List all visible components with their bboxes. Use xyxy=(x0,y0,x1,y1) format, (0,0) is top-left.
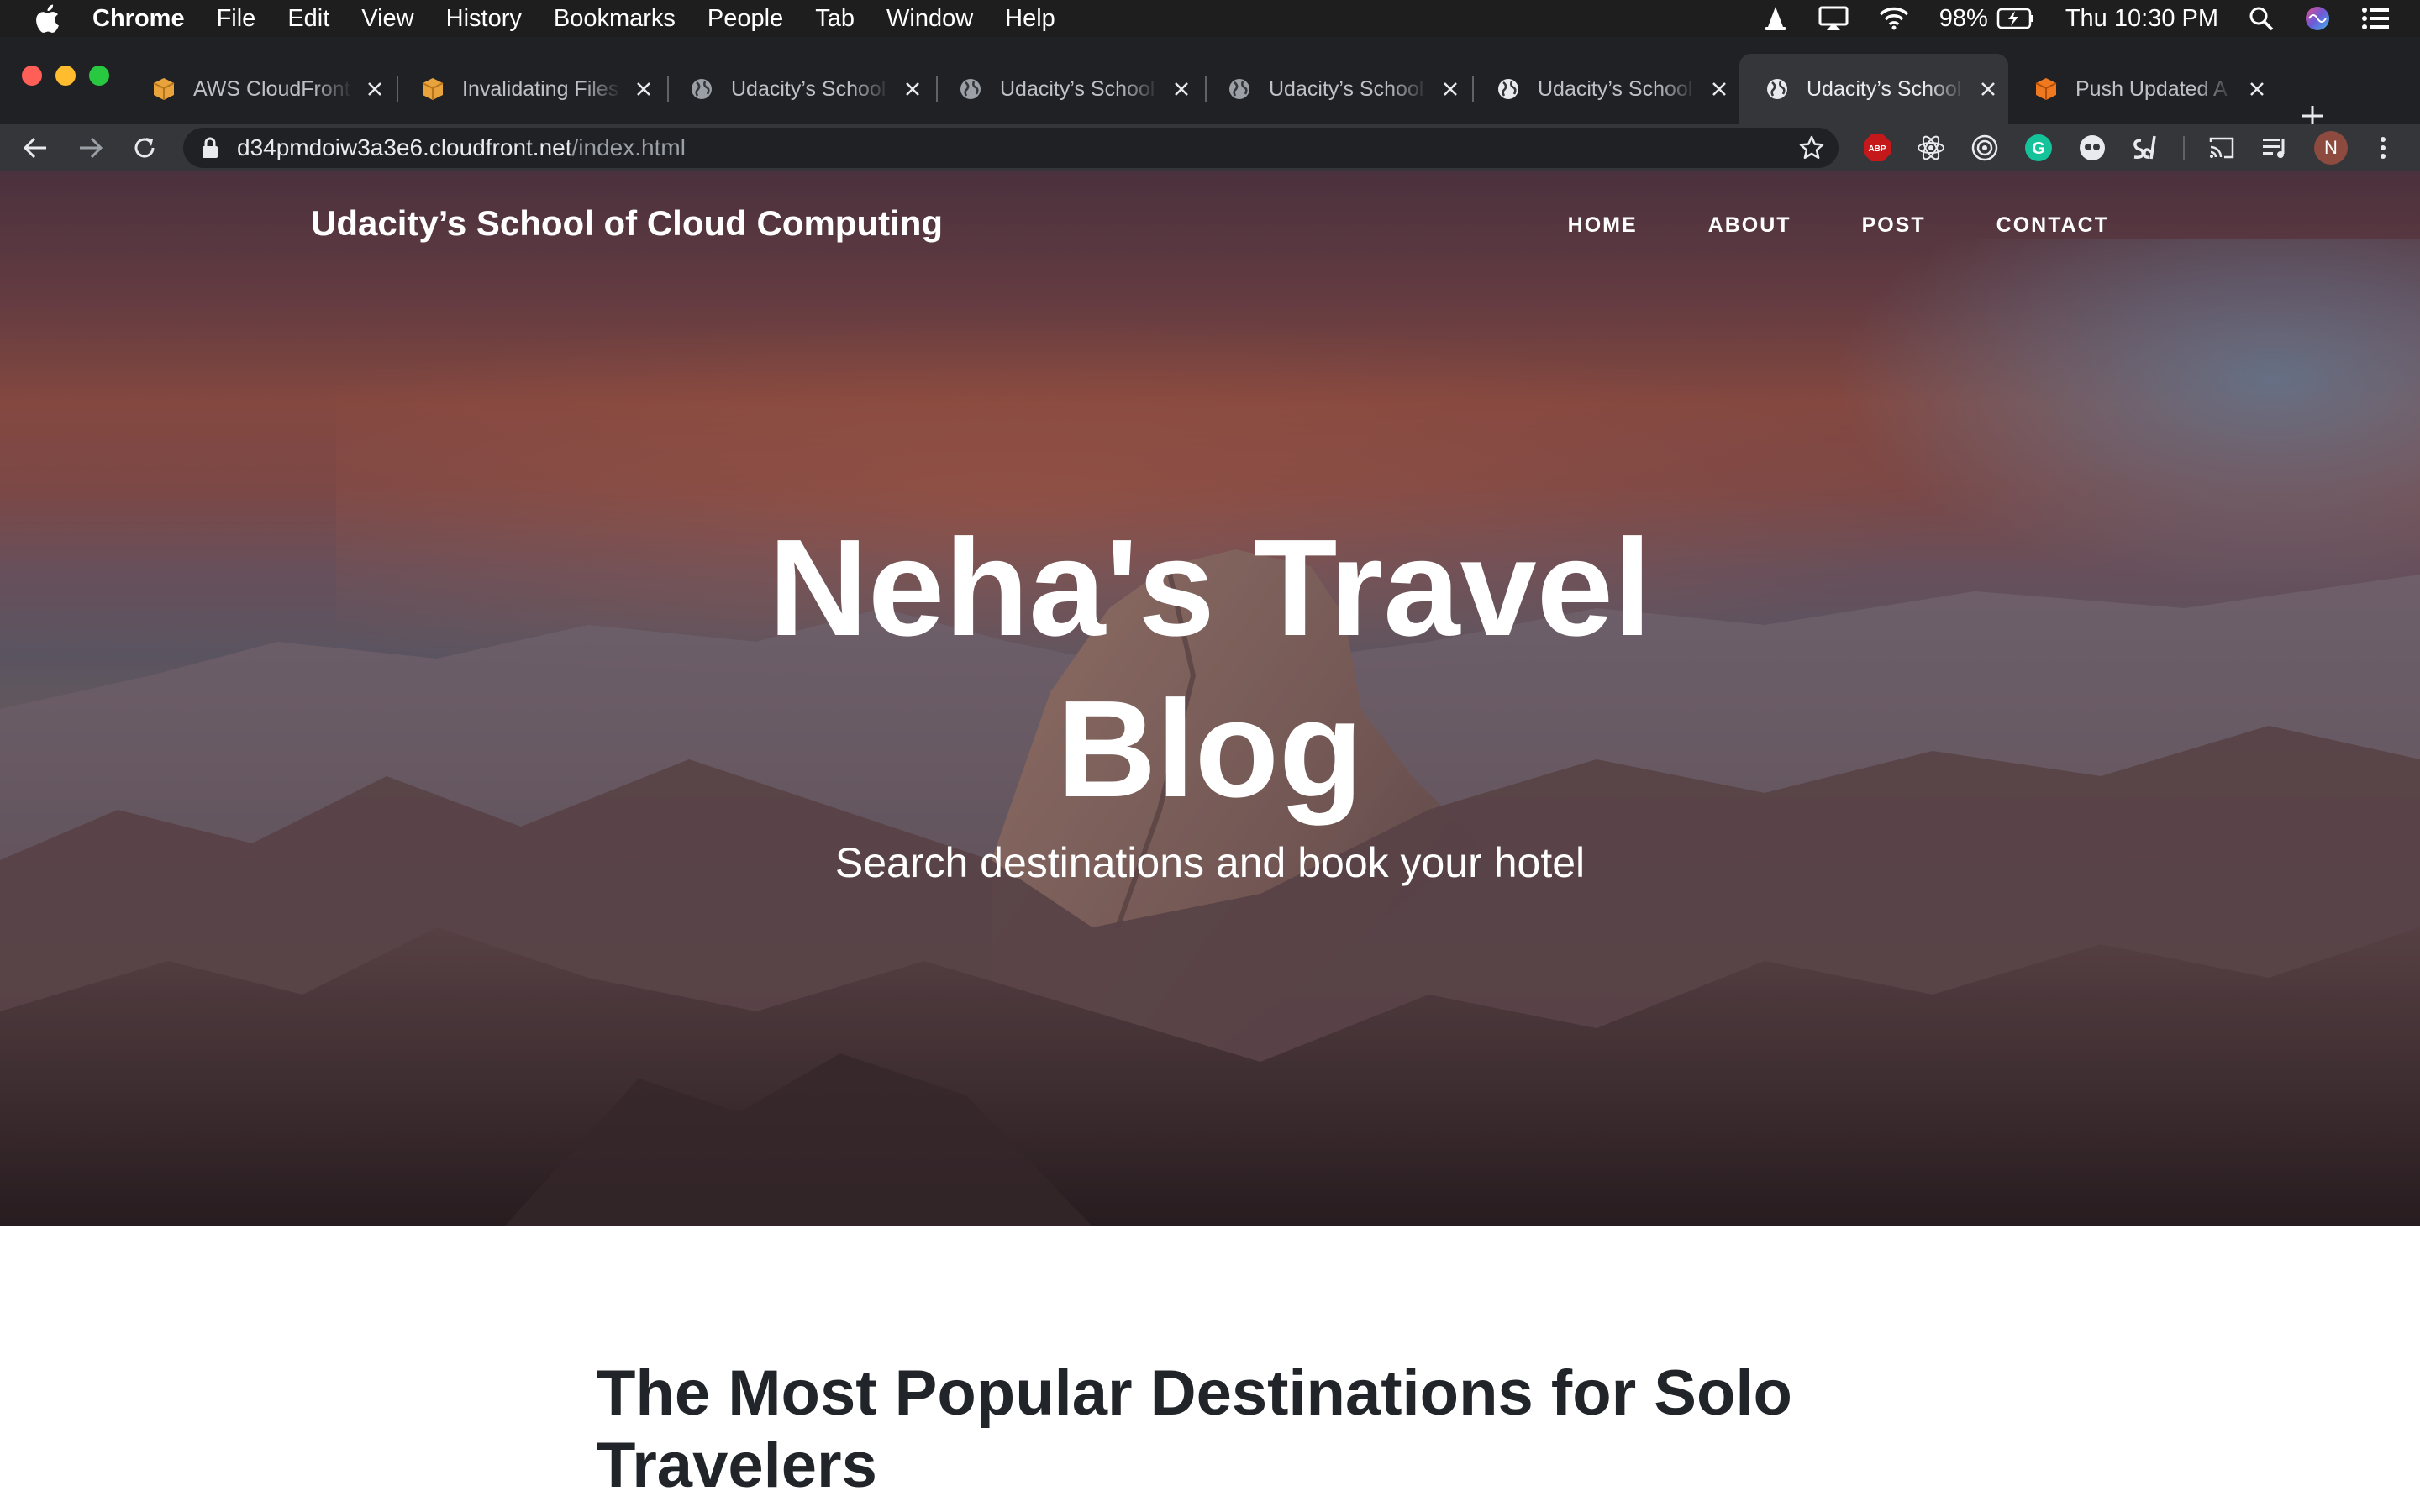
forward-button[interactable] xyxy=(74,131,108,165)
window-minimize-button[interactable] xyxy=(55,66,76,86)
hero-subtitle: Search destinations and book your hotel xyxy=(834,839,1586,886)
toolbar-separator xyxy=(2183,136,2185,160)
target-icon[interactable] xyxy=(1970,133,2000,163)
globe-icon xyxy=(958,76,983,102)
back-button[interactable] xyxy=(18,131,52,165)
post-title-link[interactable]: The Most Popular Destinations for Solo T… xyxy=(597,1357,1857,1502)
battery-charging-icon xyxy=(1996,8,2033,29)
url-host: d34pmdoiw3a3e6.cloudfront.net xyxy=(237,134,572,160)
tab-title: Udacity’s School xyxy=(1269,76,1424,101)
globe-icon xyxy=(1496,76,1521,102)
tab-udacity-school[interactable]: Udacity’s School xyxy=(1202,54,1469,124)
clock[interactable]: Thu 10:30 PM xyxy=(2065,5,2218,33)
spotlight-search-icon[interactable] xyxy=(2249,6,2274,31)
aws-box-icon xyxy=(420,76,445,102)
tab-title: Udacity’s School xyxy=(1538,76,1693,101)
sd-extension-icon[interactable] xyxy=(2129,133,2160,163)
nav-post-link[interactable]: POST xyxy=(1862,213,1926,238)
site-brand[interactable]: Udacity’s School of Cloud Computing xyxy=(311,203,943,244)
lock-icon[interactable] xyxy=(202,137,218,159)
media-queue-icon[interactable] xyxy=(2260,133,2291,163)
battery-percent: 98% xyxy=(1939,4,1988,32)
address-bar[interactable]: d34pmdoiw3a3e6.cloudfront.net/index.html xyxy=(183,128,1839,168)
window-close-button[interactable] xyxy=(22,66,42,86)
profile-avatar[interactable]: N xyxy=(2314,131,2348,165)
tab-invalidating-files[interactable]: Invalidating Files xyxy=(395,54,662,124)
adblock-label: ABP xyxy=(1868,144,1886,154)
tab-title: Invalidating Files xyxy=(462,76,619,101)
tab-close-icon[interactable] xyxy=(632,77,655,101)
tab-close-icon[interactable] xyxy=(1439,77,1462,101)
menu-edit[interactable]: Edit xyxy=(287,5,329,33)
tab-close-icon[interactable] xyxy=(901,77,924,101)
tab-push-updated[interactable]: Push Updated A xyxy=(2008,54,2277,124)
reload-button[interactable] xyxy=(128,131,161,165)
vlc-cone-icon[interactable] xyxy=(1763,5,1788,32)
nav-home-link[interactable]: HOME xyxy=(1568,213,1638,238)
tab-strip: AWS CloudFront Invalidating Files Udacit… xyxy=(0,37,2420,126)
tab-title: Udacity’s School xyxy=(731,76,886,101)
tab-title: AWS CloudFront xyxy=(193,76,350,101)
globe-icon xyxy=(1227,76,1252,102)
cast-icon[interactable] xyxy=(2207,133,2237,163)
nav-contact-link[interactable]: CONTACT xyxy=(1996,213,2109,238)
hero-title-line-1: Neha's Travel xyxy=(768,511,1652,664)
tab-close-icon[interactable] xyxy=(363,77,387,101)
menu-tab[interactable]: Tab xyxy=(815,5,855,33)
menu-bookmarks[interactable]: Bookmarks xyxy=(554,5,676,33)
grammarly-icon[interactable]: G xyxy=(2023,133,2054,163)
globe-icon xyxy=(1765,76,1790,102)
globe-icon xyxy=(689,76,714,102)
grammarly-label: G xyxy=(2032,139,2045,158)
bookmark-star-icon[interactable] xyxy=(1797,133,1827,163)
aws-box-icon xyxy=(151,76,176,102)
menu-view[interactable]: View xyxy=(361,5,413,33)
hero-title: Neha's Travel Blog xyxy=(0,507,2420,830)
site-nav: HOME ABOUT POST CONTACT xyxy=(1497,213,2109,238)
web-page: Udacity’s School of Cloud Computing HOME… xyxy=(0,171,2420,1512)
tab-close-icon[interactable] xyxy=(2245,77,2269,101)
tab-title: Udacity’s School xyxy=(1000,76,1155,101)
tab-udacity-school[interactable]: Udacity’s School xyxy=(1470,54,1738,124)
battery-status[interactable]: 98% xyxy=(1939,5,2035,33)
adblock-plus-icon[interactable]: ABP xyxy=(1862,133,1892,163)
window-zoom-button[interactable] xyxy=(89,66,109,86)
tab-close-icon[interactable] xyxy=(1707,77,1731,101)
menu-file[interactable]: File xyxy=(217,5,256,33)
react-devtools-icon[interactable] xyxy=(1916,133,1946,163)
menu-history[interactable]: History xyxy=(446,5,522,33)
tab-title: Udacity’s School xyxy=(1807,76,1962,101)
tab-udacity-school[interactable]: Udacity’s School xyxy=(933,54,1200,124)
siri-icon[interactable] xyxy=(2304,5,2331,32)
notification-center-icon[interactable] xyxy=(2361,7,2390,30)
profile-initial: N xyxy=(2324,137,2338,158)
tab-close-icon[interactable] xyxy=(1170,77,1193,101)
dark-reader-icon[interactable] xyxy=(2077,133,2107,163)
chrome-menu-icon[interactable] xyxy=(2368,133,2398,163)
tab-title: Push Updated A xyxy=(2075,76,2228,101)
nav-about-link[interactable]: ABOUT xyxy=(1708,213,1791,238)
apple-menu-icon[interactable] xyxy=(30,2,64,35)
tab-close-icon[interactable] xyxy=(1976,77,2000,101)
tab-aws-cloudfront[interactable]: AWS CloudFront xyxy=(126,54,393,124)
browser-toolbar: d34pmdoiw3a3e6.cloudfront.net/index.html… xyxy=(0,124,2420,171)
menu-window[interactable]: Window xyxy=(886,5,973,33)
hero-title-line-2: Blog xyxy=(1056,672,1364,826)
tab-udacity-school[interactable]: Udacity’s School xyxy=(664,54,931,124)
wifi-icon[interactable] xyxy=(1879,7,1909,30)
menu-help[interactable]: Help xyxy=(1005,5,1055,33)
menu-people[interactable]: People xyxy=(708,5,783,33)
status-area: 98% Thu 10:30 PM xyxy=(1763,0,2420,37)
tab-udacity-school-active[interactable]: Udacity’s School xyxy=(1739,54,2008,124)
url-path: /index.html xyxy=(571,134,686,160)
macos-menu-bar: Chrome File Edit View History Bookmarks … xyxy=(0,0,2420,37)
package-icon xyxy=(2033,76,2059,102)
menu-app-chrome[interactable]: Chrome xyxy=(92,5,185,33)
airplay-icon[interactable] xyxy=(1818,6,1849,31)
hero-header: Udacity’s School of Cloud Computing HOME… xyxy=(0,171,2420,1226)
